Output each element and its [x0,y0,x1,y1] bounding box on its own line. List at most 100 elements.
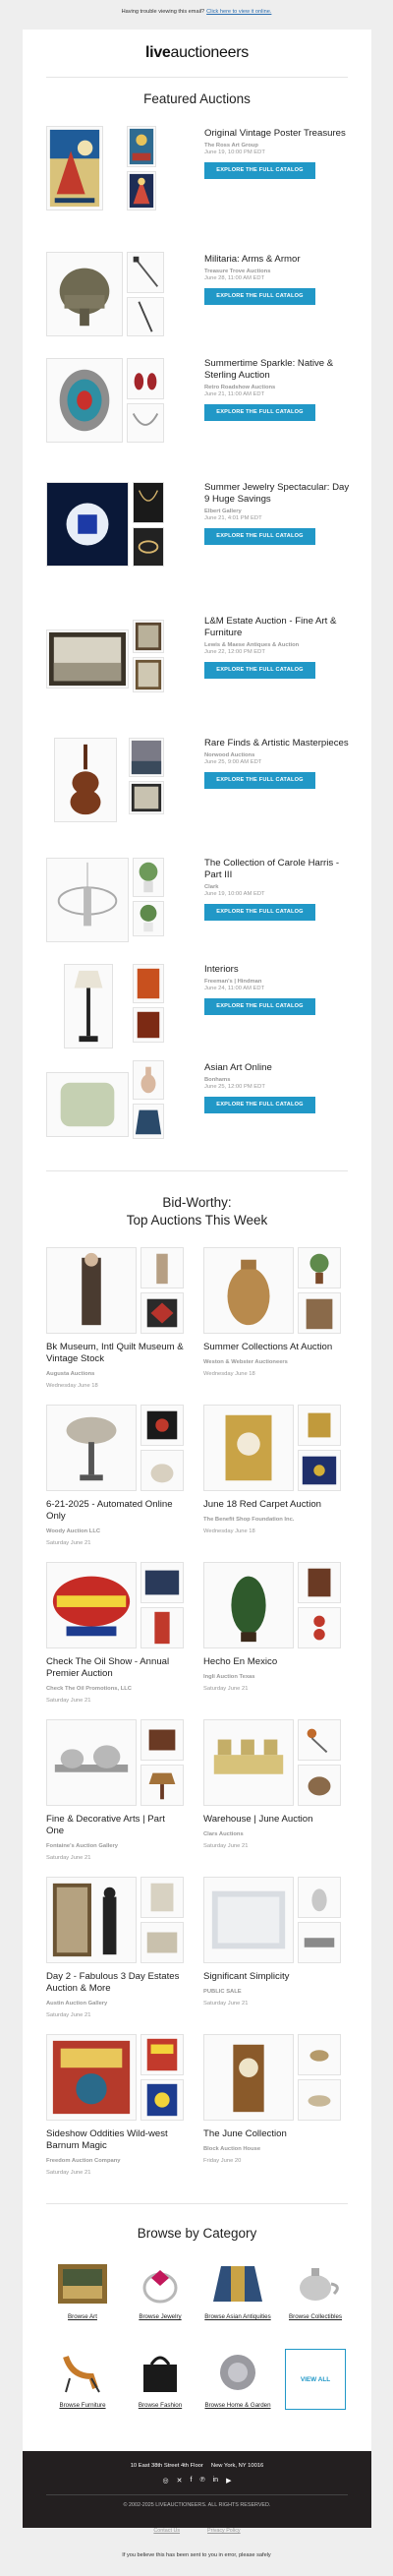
lot-thumbnail[interactable] [140,1922,184,1963]
top-auction-card[interactable]: June 18 Red Carpet Auction The Benefit S… [203,1405,341,1542]
auction-house[interactable]: Freeman's | Hindman [204,979,357,985]
explore-catalog-button[interactable]: EXPLORE THE FULL CATALOG [204,528,315,545]
necklace-thumbnail[interactable] [133,482,164,523]
lot-thumbnail[interactable] [298,1607,341,1648]
category-label[interactable]: Browse Asian Antiquities [203,2313,272,2321]
lot-thumbnail[interactable] [46,1877,137,1963]
thumbnail-group[interactable] [46,738,164,822]
linkedin-icon[interactable]: in [213,2477,218,2485]
thumbnail-group[interactable] [46,2034,184,2121]
category-furniture[interactable]: Browse Furniture [52,2349,113,2420]
liveauctioneers-logo[interactable]: live auctioneers [23,41,371,65]
chandelier-thumbnail[interactable] [46,858,129,942]
category-label[interactable]: Browse Art [48,2313,117,2321]
category-label[interactable]: Browse Collectibles [281,2313,350,2321]
auction-house[interactable]: The Ross Art Group [204,143,357,149]
auction-house[interactable]: Block Auction House [203,2143,341,2155]
top-auction-card[interactable]: Bk Museum, Intl Quilt Museum & Vintage S… [46,1247,184,1389]
lot-thumbnail[interactable] [203,1562,294,1648]
auction-title[interactable]: Asian Art Online [204,1062,357,1074]
auction-house[interactable]: Ingli Auction Texas [203,1671,341,1683]
plant-thumbnail[interactable] [133,858,164,897]
explore-catalog-button[interactable]: EXPLORE THE FULL CATALOG [204,772,315,789]
lot-thumbnail[interactable] [140,1765,184,1806]
poster-thumbnail-small[interactable] [127,126,156,167]
category-art[interactable]: Browse Art [52,2260,113,2331]
robe-thumbnail[interactable] [133,1104,164,1139]
auction-house[interactable]: Norwood Auctions [204,752,357,758]
auction-house[interactable]: Weston & Webster Auctioneers [203,1356,341,1368]
contact-us-link[interactable]: Contact Us [153,2528,180,2534]
auction-house[interactable]: Clars Auctions [203,1828,341,1840]
thumbnail-group[interactable] [46,358,164,443]
home-garden-category-icon[interactable] [207,2349,268,2396]
poster-thumbnail[interactable] [46,126,103,210]
painting-thumbnail[interactable] [46,629,129,689]
category-label[interactable]: Browse Fashion [126,2402,195,2410]
pinterest-icon[interactable]: ℗ [199,2477,204,2485]
collectibles-category-icon[interactable] [285,2260,346,2307]
auction-house[interactable]: Retro Roadshow Auctions [204,385,357,390]
lot-thumbnail[interactable] [203,1405,294,1491]
lot-thumbnail[interactable] [298,2079,341,2121]
lot-thumbnail[interactable] [298,1247,341,1288]
top-auction-card[interactable]: Hecho En Mexico Ingli Auction Texas Satu… [203,1562,341,1700]
thumbnail-group[interactable] [46,482,164,567]
lot-thumbnail[interactable] [298,1562,341,1603]
lot-thumbnail[interactable] [140,1450,184,1491]
lot-thumbnail[interactable] [203,1719,294,1806]
facebook-icon[interactable]: f [191,2477,193,2485]
vase-thumbnail[interactable] [133,1060,164,1100]
thumbnail-group[interactable] [46,1562,184,1648]
auction-house[interactable]: Austin Auction Gallery [46,1998,184,2009]
lot-thumbnail[interactable] [203,1247,294,1334]
category-jewelry[interactable]: Browse Jewelry [130,2260,191,2331]
lot-thumbnail[interactable] [298,1765,341,1806]
category-collectibles[interactable]: Browse Collectibles [285,2260,346,2331]
category-label[interactable]: Browse Home & Garden [203,2402,272,2410]
earrings-thumbnail[interactable] [127,358,164,399]
auction-title[interactable]: Interiors [204,964,357,976]
thumbnail-group[interactable] [203,1405,341,1491]
thumbnail-group[interactable] [46,858,164,942]
lot-thumbnail[interactable] [140,1877,184,1918]
auction-house[interactable]: Augusta Auctions [46,1368,184,1380]
category-fashion[interactable]: Browse Fashion [130,2349,191,2420]
lot-thumbnail[interactable] [298,1719,341,1761]
top-auction-card[interactable]: Significant Simplicity PUBLIC SALE Satur… [203,1877,341,2014]
auction-house[interactable]: Lewis & Maese Antiques & Auction [204,642,357,648]
auction-house[interactable]: Check The Oil Promotions, LLC [46,1683,184,1695]
lot-thumbnail[interactable] [298,1877,341,1918]
helmet-thumbnail[interactable] [46,252,123,336]
lot-thumbnail[interactable] [140,1247,184,1288]
thumbnail-group[interactable] [46,616,164,700]
lot-thumbnail[interactable] [298,2034,341,2075]
necklace-thumbnail[interactable] [127,403,164,443]
lot-thumbnail[interactable] [140,1719,184,1761]
top-auction-card[interactable]: Warehouse | June Auction Clars Auctions … [203,1719,341,1857]
auction-title[interactable]: Militaria: Arms & Armor [204,254,357,266]
youtube-icon[interactable]: ▶ [226,2477,231,2485]
thumbnail-group[interactable] [203,1719,341,1806]
top-auction-card[interactable]: Sideshow Oddities Wild-west Barnum Magic… [46,2034,184,2176]
auction-title[interactable]: L&M Estate Auction - Fine Art & Furnitur… [204,616,357,639]
top-auction-card[interactable]: 6-21-2025 - Automated Online Only Woody … [46,1405,184,1546]
lot-thumbnail[interactable] [46,1562,137,1648]
auction-house[interactable]: Treasure Trove Auctions [204,269,357,274]
auction-house[interactable]: Fontaine's Auction Gallery [46,1840,184,1852]
top-auction-card[interactable]: Day 2 - Fabulous 3 Day Estates Auction &… [46,1877,184,2018]
x-icon[interactable]: ✕ [177,2477,183,2485]
top-auction-card[interactable]: Summer Collections At Auction Weston & W… [203,1247,341,1385]
thumbnail-group[interactable] [203,1877,341,1963]
explore-catalog-button[interactable]: EXPLORE THE FULL CATALOG [204,162,315,179]
jade-vessel-thumbnail[interactable] [46,1072,129,1137]
lot-thumbnail[interactable] [46,1719,137,1806]
painting-thumbnail-small[interactable] [129,738,164,777]
explore-catalog-button[interactable]: EXPLORE THE FULL CATALOG [204,904,315,921]
furniture-category-icon[interactable] [52,2349,113,2396]
lot-thumbnail[interactable] [140,1292,184,1334]
lamp-thumbnail[interactable] [64,964,113,1048]
thumbnail-group[interactable] [46,1405,184,1491]
top-auction-card[interactable]: Check The Oil Show - Annual Premier Auct… [46,1562,184,1704]
sword-thumbnail[interactable] [127,252,164,293]
